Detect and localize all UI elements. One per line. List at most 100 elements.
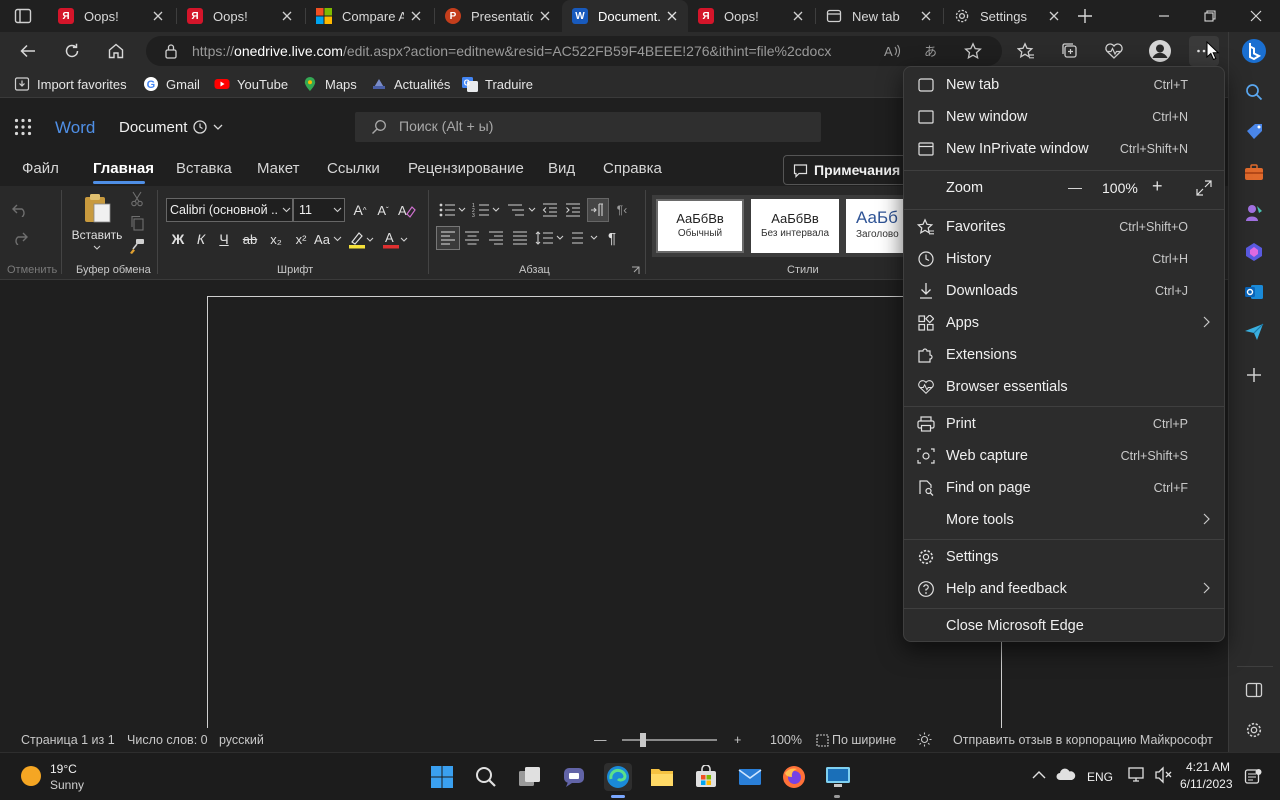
multilevel-list-icon[interactable] [505,200,537,220]
justify-icon[interactable] [510,226,530,250]
clock-time[interactable]: 4:21 AM [1186,760,1230,774]
app-launcher-icon[interactable] [14,118,32,136]
style-normal[interactable]: АаБбВв Обычный [656,199,744,253]
grow-font-icon[interactable]: A ^ [350,200,370,220]
favorite-actualites[interactable]: Actualités [371,75,450,93]
profile-avatar[interactable] [1145,36,1175,66]
cut-icon[interactable] [128,190,146,208]
close-icon[interactable] [786,4,810,28]
close-icon[interactable] [275,4,299,28]
strikethrough-button[interactable]: ab [238,228,262,250]
line-spacing-icon[interactable] [534,226,566,250]
style-no-spacing[interactable]: АаБбВв Без интервала [751,199,839,253]
tools-icon[interactable] [1242,160,1266,184]
focus-mode-icon[interactable] [917,732,932,747]
show-marks-icon[interactable]: ¶ [602,226,622,250]
increase-indent-icon[interactable] [563,200,583,220]
microsoft-365-icon[interactable] [1242,240,1266,264]
url-text[interactable]: https://onedrive.live.com/edit.aspx?acti… [192,43,832,59]
align-right-icon[interactable] [486,226,506,250]
copy-icon[interactable] [128,214,146,232]
tab-help[interactable]: Справка [603,160,662,177]
highlight-color-icon[interactable] [346,228,376,250]
menu-help-and-feedback[interactable]: Help and feedback [904,573,1224,605]
menu-extensions[interactable]: Extensions [904,339,1224,371]
ltr-direction-icon[interactable] [587,198,609,222]
zoom-in-button[interactable]: + [1152,176,1163,197]
back-button[interactable] [13,36,43,66]
tab-actions-icon[interactable] [14,8,32,24]
tab-references[interactable]: Ссылки [327,160,380,177]
tab-home[interactable]: Главная [93,160,154,177]
outlook-icon[interactable] [1242,280,1266,304]
menu-downloads[interactable]: Downloads Ctrl+J [904,275,1224,307]
menu-new-window[interactable]: New window Ctrl+N [904,101,1224,133]
search-icon[interactable] [1242,80,1266,104]
collections-icon[interactable] [1055,36,1085,66]
underline-button[interactable]: Ч [214,228,234,250]
change-case-button[interactable]: Aa [313,228,343,250]
page-count[interactable]: Страница 1 из 1 [21,733,115,747]
bing-icon[interactable] [1241,38,1267,64]
remote-desktop-icon[interactable] [824,763,852,791]
drop-icon[interactable] [1242,320,1266,344]
comments-button[interactable]: Примечания [783,155,908,185]
decrease-indent-icon[interactable] [540,200,560,220]
fullscreen-icon[interactable] [1196,180,1212,196]
tab-presentation[interactable]: P Presentatio [435,0,561,32]
refresh-button[interactable] [57,36,87,66]
task-view-icon[interactable] [516,763,544,791]
mail-icon[interactable] [736,763,764,791]
menu-print[interactable]: Print Ctrl+P [904,408,1224,440]
restore-button[interactable] [1202,8,1218,24]
favorite-maps[interactable]: Maps [302,75,357,93]
edge-taskbar-icon[interactable] [604,763,632,791]
align-left-icon[interactable] [436,226,460,250]
hide-sidebar-icon[interactable] [1242,678,1266,702]
close-icon[interactable] [404,4,428,28]
shrink-font-icon[interactable]: Aˇ [373,200,393,220]
close-icon[interactable] [1042,4,1066,28]
taskbar-search-icon[interactable] [472,763,500,791]
font-name-select[interactable]: Calibri (основной ... [166,198,293,222]
zoom-out-button[interactable]: — [1068,179,1082,195]
translate-icon[interactable]: あ [924,43,942,59]
weather-widget[interactable]: 19°C Sunny [18,761,128,793]
firefox-icon[interactable] [780,763,808,791]
menu-new-inprivate-window[interactable]: New InPrivate window Ctrl+Shift+N [904,133,1224,165]
performance-icon[interactable] [1099,36,1129,66]
favorites-icon[interactable] [1011,36,1041,66]
zoom-out-icon[interactable]: — [594,733,607,747]
bold-button[interactable]: Ж [168,228,188,250]
close-icon[interactable] [533,4,557,28]
input-language[interactable]: ENG [1087,770,1113,784]
close-icon[interactable] [660,4,684,28]
tab-view[interactable]: Вид [548,160,575,177]
document-name[interactable]: Document [119,119,187,136]
menu-more-tools[interactable]: More tools [904,504,1224,536]
clock-date[interactable]: 6/11/2023 [1180,777,1233,791]
shopping-icon[interactable] [1242,120,1266,144]
tab-document[interactable]: W Document.d [562,0,688,32]
tab-oops-3[interactable]: Я Oops! [688,0,814,32]
star-icon[interactable] [964,42,982,60]
favorite-youtube[interactable]: YouTube [214,75,288,93]
numbering-icon[interactable]: 123 [471,200,501,220]
tab-insert[interactable]: Вставка [176,160,232,177]
menu-settings[interactable]: Settings [904,541,1224,573]
tab-compare[interactable]: Compare Al [306,0,432,32]
tab-review[interactable]: Рецензирование [408,160,524,177]
show-hidden-icons[interactable] [1032,770,1046,780]
zoom-level[interactable]: 100% [770,733,802,747]
tab-settings[interactable]: Settings [944,0,1070,32]
start-button[interactable] [428,763,456,791]
tab-oops-1[interactable]: Я Oops! [48,0,174,32]
zoom-in-icon[interactable]: + [734,733,741,747]
favorite-traduire[interactable]: G Traduire [462,75,533,93]
fit-width-label[interactable]: По ширине [832,733,896,747]
favorite-import-favorites[interactable]: Import favorites [14,75,127,93]
search-box[interactable]: Поиск (Alt + ы) [355,112,821,142]
align-center-icon[interactable] [462,226,482,250]
add-icon[interactable] [1242,363,1266,387]
close-icon[interactable] [146,4,170,28]
